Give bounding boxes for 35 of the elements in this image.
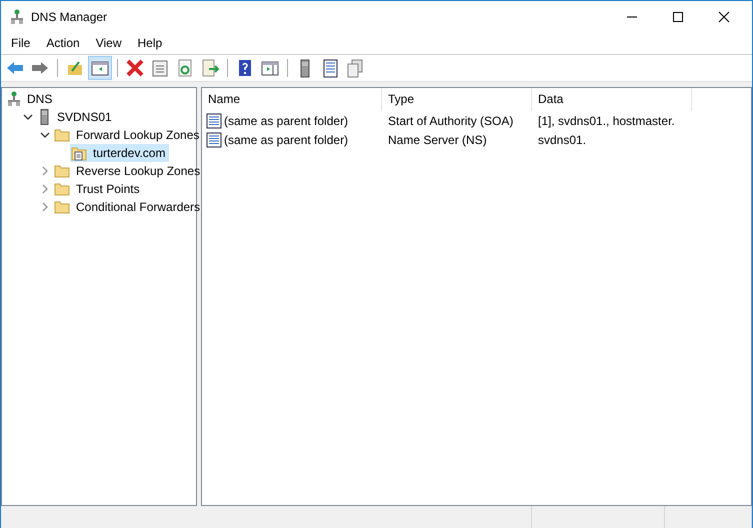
record-icon [206, 112, 222, 128]
table-cell: (same as parent folder) [224, 114, 348, 128]
table-cell-text: svdns01. [537, 132, 588, 146]
table-cell: (same as parent folder) [224, 132, 348, 146]
maximize-icon[interactable] [672, 10, 684, 22]
dns-icon [7, 91, 21, 107]
close-icon[interactable] [718, 10, 730, 22]
expander-icon[interactable] [23, 112, 33, 122]
dns-app-icon [9, 8, 25, 24]
column-header[interactable]: Name [202, 88, 382, 111]
delete-icon[interactable] [124, 57, 146, 79]
tree-item[interactable]: Forward Lookup Zones [53, 126, 204, 144]
tree-item[interactable]: SVDNS01 [36, 108, 116, 126]
expander-icon[interactable] [40, 130, 50, 140]
folder-icon [54, 200, 70, 214]
table-cell-text: Name Server (NS) [387, 132, 488, 146]
folder-icon [54, 128, 70, 142]
record-icon [206, 132, 222, 148]
tree-item[interactable]: turterdev.com [70, 144, 170, 162]
menu-item[interactable]: Help [130, 36, 170, 50]
zone-icon [71, 146, 87, 160]
folder-icon [54, 164, 70, 178]
menu-item[interactable]: View [88, 36, 130, 50]
tree-item[interactable]: Conditional Forwarders [53, 198, 204, 216]
window-title: DNS Manager [31, 10, 108, 24]
tree-item[interactable]: Reverse Lookup Zones [53, 162, 204, 180]
tree-item[interactable]: DNS [6, 90, 56, 108]
tree-item[interactable]: Trust Points [53, 180, 144, 198]
column-header[interactable]: Data [532, 88, 692, 111]
menu-item[interactable]: Action [38, 36, 88, 50]
menu-item[interactable]: File [3, 36, 38, 50]
table-cell-text: [1], svdns01., hostmaster. [537, 114, 676, 128]
folder-icon [54, 182, 70, 196]
table-cell-text: Start of Authority (SOA) [387, 114, 514, 128]
column-header[interactable]: Type [382, 88, 532, 111]
